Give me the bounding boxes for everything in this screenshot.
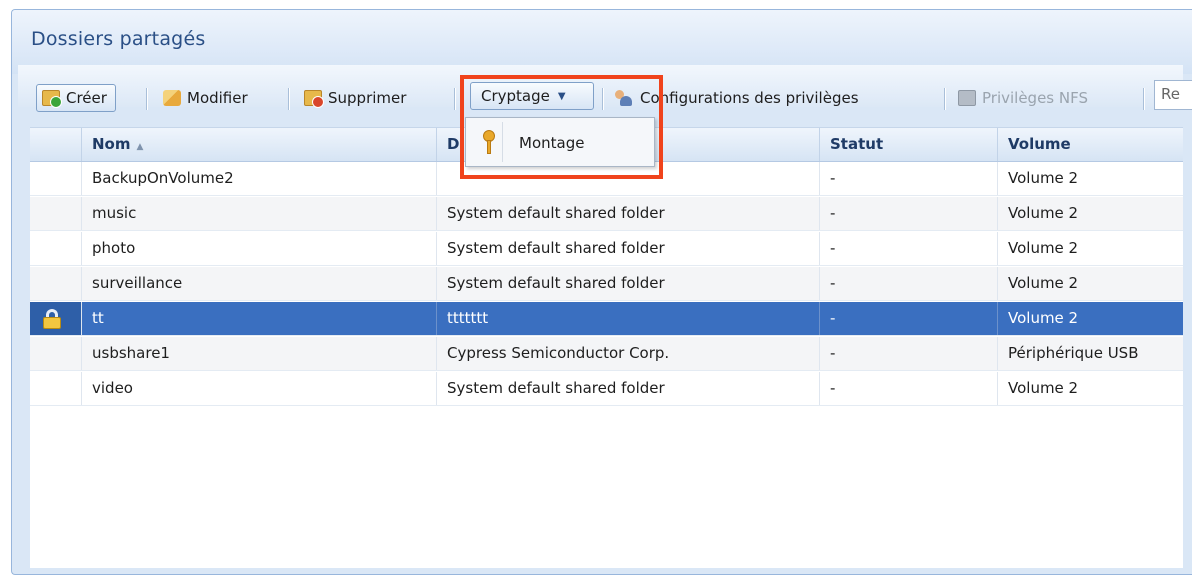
folder-delete-icon — [304, 90, 324, 108]
toolbar-separator — [944, 88, 946, 110]
table-row[interactable]: usbshare1 Cypress Semiconductor Corp. - … — [30, 337, 1183, 371]
shared-folders-grid: Nom ▲ D Statut Volume BackupOnVolume2 - V… — [30, 127, 1183, 568]
cell-description: ttttttt — [437, 302, 820, 335]
create-label: Créer — [66, 89, 107, 107]
cell-name: tt — [82, 302, 437, 335]
create-button[interactable]: Créer — [36, 84, 116, 112]
header-status[interactable]: Statut — [820, 128, 998, 161]
table-row[interactable]: video System default shared folder - Vol… — [30, 372, 1183, 406]
table-row-selected[interactable]: tt ttttttt - Volume 2 — [30, 302, 1183, 336]
table-row[interactable]: photo System default shared folder - Vol… — [30, 232, 1183, 266]
cell-description: System default shared folder — [437, 372, 820, 405]
header-lock-column — [30, 128, 82, 161]
cell-status: - — [820, 302, 998, 335]
cell-name: surveillance — [82, 267, 437, 300]
header-name[interactable]: Nom ▲ — [82, 128, 437, 161]
cell-status: - — [820, 232, 998, 265]
cell-description: Cypress Semiconductor Corp. — [437, 337, 820, 370]
cell-name: BackupOnVolume2 — [82, 162, 437, 195]
cell-status: - — [820, 267, 998, 300]
lock-cell — [30, 162, 82, 195]
lock-icon — [43, 309, 61, 329]
nfs-server-icon — [958, 90, 976, 106]
nfs-label: Privilèges NFS — [982, 89, 1088, 107]
cell-name: usbshare1 — [82, 337, 437, 370]
modify-label: Modifier — [187, 89, 248, 107]
toolbar-separator — [146, 88, 148, 110]
edit-icon — [163, 90, 181, 106]
cell-volume: Volume 2 — [998, 197, 1183, 230]
privileges-label: Configurations des privilèges — [640, 89, 859, 107]
cell-volume: Volume 2 — [998, 372, 1183, 405]
panel-title: Dossiers partagés — [31, 28, 206, 50]
toolbar-separator — [1143, 88, 1145, 110]
cell-volume: Périphérique USB — [998, 337, 1183, 370]
cell-description: System default shared folder — [437, 267, 820, 300]
cell-status: - — [820, 197, 998, 230]
lock-cell — [30, 197, 82, 230]
table-row[interactable]: surveillance System default shared folde… — [30, 267, 1183, 301]
header-volume[interactable]: Volume — [998, 128, 1183, 161]
lock-cell — [30, 267, 82, 300]
cell-volume: Volume 2 — [998, 267, 1183, 300]
cell-volume: Volume 2 — [998, 232, 1183, 265]
cell-status: - — [820, 337, 998, 370]
highlight-box — [460, 75, 663, 179]
table-row[interactable]: music System default shared folder - Vol… — [30, 197, 1183, 231]
lock-cell — [30, 302, 82, 335]
cell-name: video — [82, 372, 437, 405]
toolbar-separator — [288, 88, 290, 110]
lock-cell — [30, 372, 82, 405]
nfs-privileges-button[interactable]: Privilèges NFS — [958, 84, 1088, 112]
toolbar-separator — [454, 88, 456, 110]
search-input[interactable]: Re — [1154, 80, 1192, 110]
folder-add-icon — [42, 90, 62, 108]
cell-description: System default shared folder — [437, 232, 820, 265]
cell-volume: Volume 2 — [998, 162, 1183, 195]
sort-asc-icon: ▲ — [136, 142, 144, 152]
cell-description: System default shared folder — [437, 197, 820, 230]
delete-label: Supprimer — [328, 89, 407, 107]
cell-name: photo — [82, 232, 437, 265]
header-name-label: Nom — [92, 135, 131, 153]
cell-status: - — [820, 162, 998, 195]
cell-volume: Volume 2 — [998, 302, 1183, 335]
delete-button[interactable]: Supprimer — [304, 84, 406, 112]
lock-cell — [30, 232, 82, 265]
modify-button[interactable]: Modifier — [163, 84, 248, 112]
cell-name: music — [82, 197, 437, 230]
cell-status: - — [820, 372, 998, 405]
lock-cell — [30, 337, 82, 370]
